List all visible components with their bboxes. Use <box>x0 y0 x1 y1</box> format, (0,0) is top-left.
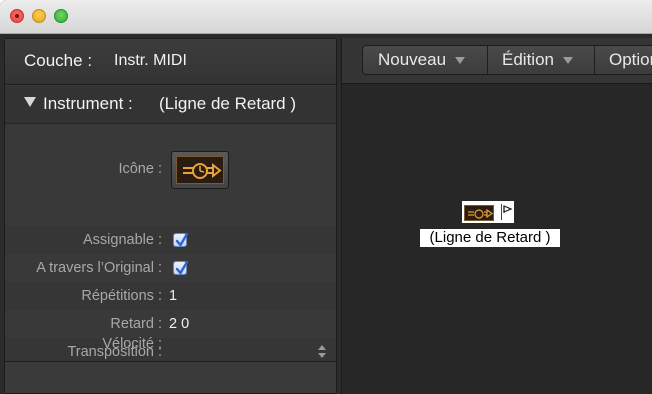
instrument-section-header[interactable]: Instrument : (Ligne de Retard ) <box>5 86 336 124</box>
edit-menu-button[interactable]: Édition <box>502 46 573 74</box>
layer-row[interactable]: Couche : Instr. MIDI <box>5 39 336 85</box>
delay-line-object-icon <box>464 205 494 221</box>
environment-window: Couche : Instr. MIDI Instrument : (Ligne… <box>0 0 652 394</box>
param-row-icon: Icône : <box>5 125 336 201</box>
options-menu-label: Options <box>609 50 652 69</box>
section-title: Instrument : <box>43 94 133 113</box>
instrument-name[interactable]: (Ligne de Retard ) <box>159 94 296 114</box>
layer-value[interactable]: Instr. MIDI <box>114 52 187 70</box>
layer-label: Couche : <box>24 51 93 70</box>
assignable-label: Assignable : <box>83 232 162 248</box>
disclosure-triangle-icon[interactable] <box>24 97 36 107</box>
repetitions-label: Répétitions : <box>81 288 162 304</box>
output-port-icon[interactable] <box>501 204 513 220</box>
delay-line-icon <box>176 156 224 184</box>
velocity-label: Vélocité : <box>102 336 162 352</box>
toolbar: Nouveau Édition Options <box>342 38 652 84</box>
chevron-down-icon <box>455 57 466 65</box>
options-menu-button[interactable]: Options <box>609 46 652 74</box>
menu-bar-group: Nouveau Édition Options <box>362 45 652 75</box>
param-row-assignable: Assignable : <box>5 226 336 254</box>
through-original-checkbox[interactable] <box>173 260 189 276</box>
parameter-list: Icône : Assignable: A travers l’Origina… <box>5 125 336 366</box>
param-row-repetitions: Répétitions : 1 <box>5 282 336 310</box>
zoom-button[interactable] <box>54 9 68 23</box>
minimize-button[interactable] <box>32 9 46 23</box>
delay-line-object-label[interactable]: (Ligne de Retard ) <box>420 229 560 247</box>
repetitions-value[interactable]: 1 <box>169 288 177 304</box>
close-button[interactable] <box>10 9 24 23</box>
icon-picker-button[interactable] <box>171 151 229 189</box>
inspector-panel: Couche : Instr. MIDI Instrument : (Ligne… <box>4 38 337 394</box>
inspector-footer <box>5 361 336 393</box>
chevron-down-icon <box>562 57 573 65</box>
environment-canvas-pane: Nouveau Édition Options <box>341 38 652 394</box>
menu-separator <box>487 46 488 74</box>
assignable-checkbox[interactable] <box>173 232 189 248</box>
param-row-through: A travers l’Original : <box>5 254 336 282</box>
icon-label: Icône : <box>118 161 162 177</box>
through-original-label: A travers l’Original : <box>36 260 162 276</box>
new-menu-label: Nouveau <box>378 50 447 69</box>
menu-separator <box>594 46 595 74</box>
title-bar <box>0 0 652 34</box>
delay-line-object[interactable] <box>462 201 514 223</box>
environment-canvas[interactable]: (Ligne de Retard ) <box>342 85 652 394</box>
edit-menu-label: Édition <box>502 50 554 69</box>
param-row-velocity: Vélocité : <box>5 330 336 358</box>
new-menu-button[interactable]: Nouveau <box>378 46 466 74</box>
